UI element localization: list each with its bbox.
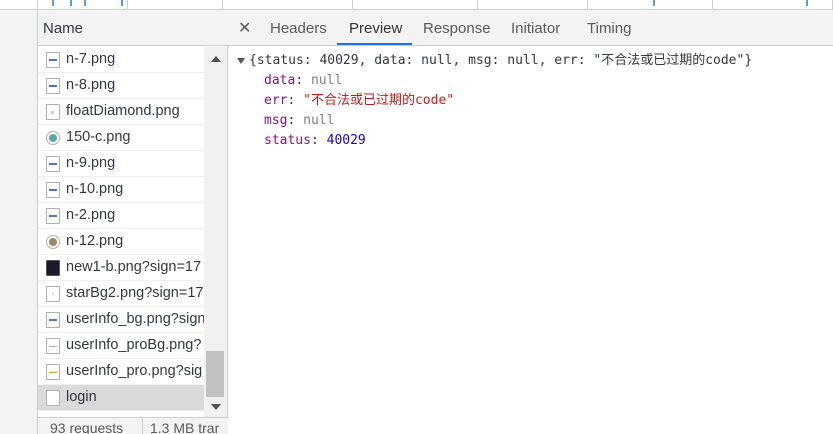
request-row[interactable]: n-9.png	[38, 151, 204, 177]
tab-response[interactable]: Response	[423, 20, 491, 37]
timeline-segment	[713, 0, 833, 10]
request-row[interactable]: n-7.png	[38, 47, 204, 73]
timeline-segment	[0, 0, 38, 10]
request-name: login	[66, 389, 97, 405]
png-file-icon	[46, 104, 60, 120]
network-summary-bar: 93 requests 1.3 MB trar	[38, 417, 228, 434]
request-name: n-10.png	[66, 181, 124, 197]
timeline-bar	[806, 0, 808, 6]
property-row: msg: null	[264, 113, 335, 128]
request-name: starBg2.png?sign=17	[66, 285, 204, 301]
request-row[interactable]: floatDiamond.png	[38, 99, 204, 125]
request-name: userInfo_pro.png?sig	[66, 363, 203, 379]
image-round-icon	[46, 131, 60, 145]
scroll-up-arrow-icon[interactable]	[211, 56, 221, 62]
scroll-down-arrow-icon[interactable]	[211, 404, 221, 410]
timeline-bar	[121, 0, 123, 6]
request-name: n-2.png	[66, 207, 116, 223]
detail-tabbar: ✕ Headers Preview Response Initiator Tim…	[228, 10, 833, 46]
request-row[interactable]: 150-c.png	[38, 125, 204, 151]
png-file-icon	[46, 312, 60, 328]
close-icon[interactable]: ✕	[238, 18, 251, 38]
property-key: status	[264, 133, 311, 148]
request-row[interactable]: n-8.png	[38, 73, 204, 99]
status-divider	[142, 418, 143, 434]
request-detail-pane: ✕ Headers Preview Response Initiator Tim…	[228, 10, 833, 434]
png-file-icon	[46, 78, 60, 94]
tab-initiator[interactable]: Initiator	[511, 20, 560, 37]
request-row-selected[interactable]: login	[38, 385, 204, 411]
timeline-bar	[70, 0, 72, 6]
png-file-icon	[46, 52, 60, 68]
request-list-scrollbar[interactable]	[204, 47, 227, 417]
png-file-icon	[46, 208, 60, 224]
property-value: 40029	[326, 133, 366, 148]
tab-headers[interactable]: Headers	[270, 20, 327, 37]
property-value: null	[310, 73, 343, 88]
timeline-segment	[353, 0, 478, 10]
tab-preview[interactable]: Preview	[349, 20, 402, 37]
request-row[interactable]: n-2.png	[38, 203, 204, 229]
request-list-pane: Name n-7.png n-8.png floatDiamond.png 15…	[38, 10, 228, 434]
object-summary[interactable]: {status: 40029, data: null, msg: null, e…	[249, 51, 752, 71]
property-row: data: null	[264, 73, 343, 88]
request-name: new1-b.png?sign=17	[66, 259, 202, 275]
request-row[interactable]: userInfo_pro.png?sig	[38, 359, 204, 385]
request-row[interactable]: starBg2.png?sign=17	[38, 281, 204, 307]
property-row: err: "不合法或已过期的code"	[264, 93, 455, 108]
expand-triangle-icon[interactable]	[237, 58, 245, 64]
property-value: null	[303, 113, 335, 128]
image-round-icon	[46, 235, 60, 249]
png-file-icon	[46, 286, 60, 302]
png-file-icon	[46, 364, 60, 380]
timeline-bar	[52, 0, 54, 6]
png-file-icon	[46, 182, 60, 198]
transferred-size: 1.3 MB trar	[150, 420, 220, 434]
property-key: data	[264, 73, 296, 88]
request-row[interactable]: userInfo_proBg.png?	[38, 333, 204, 359]
json-preview: {status: 40029, data: null, msg: null, e…	[228, 47, 833, 434]
request-name: n-12.png	[66, 233, 124, 249]
scrollbar-thumb[interactable]	[206, 351, 224, 397]
timeline-overview	[0, 0, 833, 10]
request-name: userInfo_bg.png?sign	[66, 311, 204, 327]
document-icon	[46, 390, 60, 406]
property-key: msg	[264, 113, 288, 128]
request-name: n-7.png	[66, 51, 116, 67]
timeline-bar	[653, 0, 655, 6]
request-name: 150-c.png	[66, 129, 131, 145]
name-column-label: Name	[43, 20, 84, 37]
active-tab-indicator	[337, 43, 412, 45]
request-name: userInfo_proBg.png?	[66, 337, 202, 353]
request-row[interactable]: n-12.png	[38, 229, 204, 255]
name-column-header[interactable]: Name	[38, 10, 228, 46]
timeline-segment	[223, 0, 353, 10]
left-gutter	[0, 10, 38, 434]
request-row[interactable]: n-10.png	[38, 177, 204, 203]
request-count: 93 requests	[50, 420, 124, 434]
request-row[interactable]: new1-b.png?sign=17	[38, 255, 204, 281]
png-file-icon	[46, 156, 60, 172]
property-row: status: 40029	[264, 133, 366, 148]
png-file-icon	[46, 338, 60, 354]
request-list[interactable]: n-7.png n-8.png floatDiamond.png 150-c.p…	[38, 47, 204, 411]
dark-image-icon	[46, 260, 60, 276]
request-name: floatDiamond.png	[66, 103, 180, 119]
tab-timing[interactable]: Timing	[587, 20, 631, 37]
request-row[interactable]: userInfo_bg.png?sign	[38, 307, 204, 333]
timeline-bar	[84, 0, 86, 6]
property-key: err	[264, 93, 288, 108]
timeline-segment	[478, 0, 588, 10]
property-value: "不合法或已过期的code"	[303, 93, 455, 108]
timeline-segment	[588, 0, 713, 10]
request-name: n-9.png	[66, 155, 116, 171]
timeline-segment	[128, 0, 223, 10]
request-name: n-8.png	[66, 77, 116, 93]
